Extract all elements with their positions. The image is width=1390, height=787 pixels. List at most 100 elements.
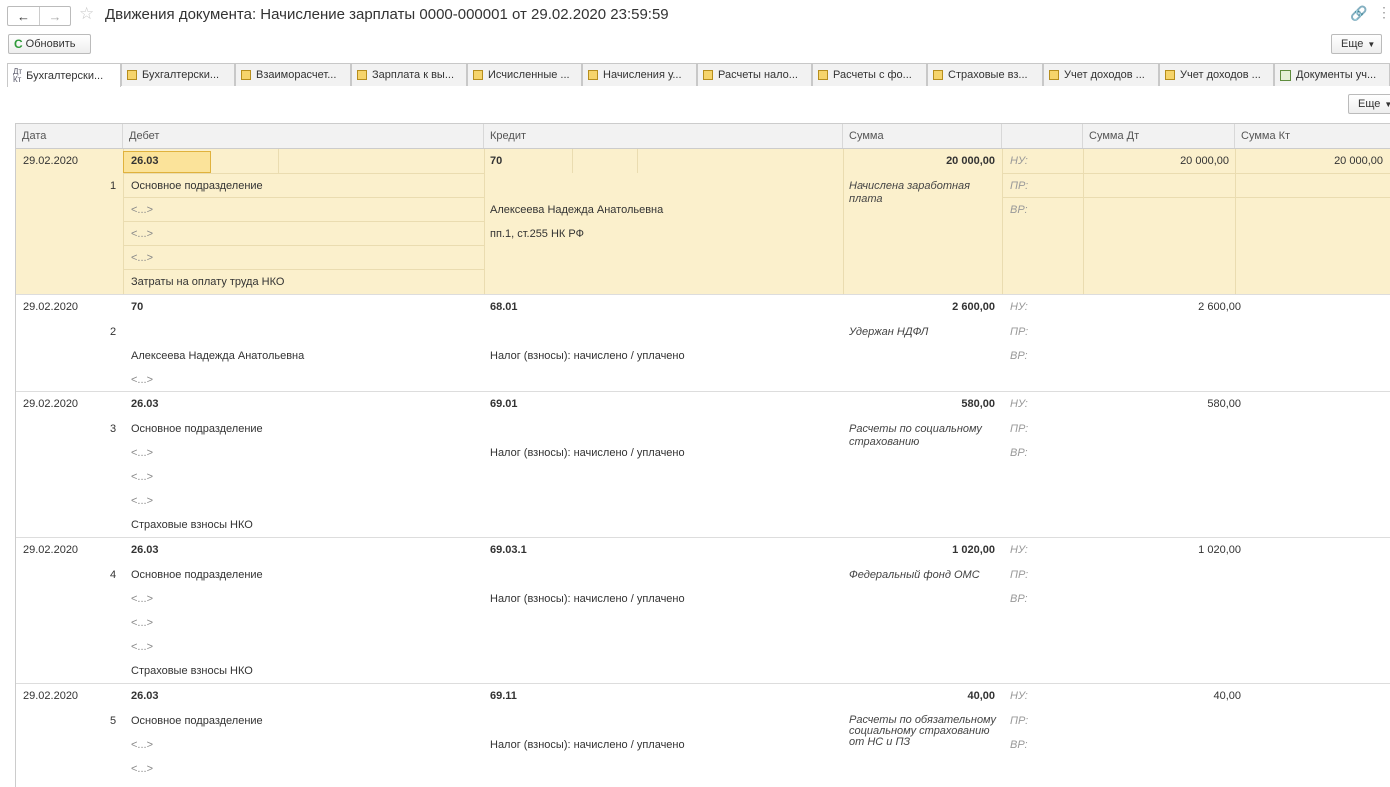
link-icon[interactable]: 🔗 (1350, 5, 1367, 22)
tab-accounting-1[interactable]: Дт Кт Бухгалтерски... (7, 63, 121, 87)
tab-label: Расчеты с фо... (833, 69, 912, 81)
pr-label: ПР: (1010, 715, 1029, 727)
table-row[interactable]: 29.02.2020 4 26.03 Основное подразделени… (16, 538, 1390, 684)
entry-date: 29.02.2020 (23, 155, 79, 167)
debit-account: 26.03 (131, 690, 159, 702)
entry-content: Расчеты по обязательному социальному стр… (849, 714, 996, 748)
accounting-dt-kt-icon: Дт Кт (13, 66, 23, 84)
tab-salary-payable[interactable]: Зарплата к вы... (351, 63, 467, 86)
tab-label: Начисления у... (603, 69, 682, 81)
credit-account: 69.11 (490, 690, 517, 702)
debit-subconto: <...> (131, 739, 154, 751)
column-debit[interactable]: Дебет (123, 124, 484, 148)
entry-number: 4 (110, 569, 117, 581)
column-date[interactable]: Дата (16, 124, 123, 148)
credit-account: 70 (490, 155, 503, 167)
window-title: Движения документа: Начисление зарплаты … (105, 6, 669, 23)
tab-accounting-2[interactable]: Бухгалтерски... (121, 63, 235, 86)
tab-fund-settlements[interactable]: Расчеты с фо... (812, 63, 927, 86)
entry-date: 29.02.2020 (23, 544, 79, 556)
register-icon (1049, 70, 1059, 80)
debit-subconto: <...> (131, 495, 154, 507)
register-icon (127, 70, 137, 80)
debit-subconto: <...> (131, 204, 154, 216)
nu-label: НУ: (1010, 155, 1028, 167)
debit-subconto: Затраты на оплату труда НКО (131, 276, 285, 288)
entry-sum: 1 020,00 (952, 544, 995, 556)
more-vertical-icon[interactable]: ⋮ (1377, 4, 1390, 21)
column-sum-kt[interactable]: Сумма Кт (1235, 124, 1390, 148)
refresh-button[interactable]: C Обновить (8, 34, 91, 54)
entry-date: 29.02.2020 (23, 690, 79, 702)
register-icon (703, 70, 713, 80)
forward-button[interactable]: → (39, 7, 70, 25)
chevron-down-icon: ▼ (1384, 99, 1390, 109)
refresh-label: Обновить (25, 38, 76, 50)
table-row[interactable]: 29.02.2020 5 26.03 Основное подразделени… (16, 684, 1390, 787)
credit-subconto: Налог (взносы): начислено / уплачено (490, 739, 685, 751)
register-icon (241, 70, 251, 80)
vr-label: ВР: (1010, 593, 1028, 605)
favorite-star-icon[interactable]: ☆ (79, 4, 94, 24)
debit-account: 26.03 (131, 398, 159, 410)
tab-label: Учет доходов ... (1180, 69, 1261, 81)
tab-income-2[interactable]: Учет доходов ... (1159, 63, 1274, 86)
column-extra[interactable] (1002, 124, 1083, 148)
entry-number: 5 (110, 715, 117, 727)
column-credit[interactable]: Кредит (484, 124, 843, 148)
tab-settlements[interactable]: Взаиморасчет... (235, 63, 351, 86)
tab-label: Взаиморасчет... (256, 69, 337, 81)
more-label: Еще (1341, 38, 1364, 50)
navigation-buttons: ← → (7, 6, 71, 26)
pr-label: ПР: (1010, 326, 1029, 338)
credit-subconto: Алексеева Надежда Анатольевна (490, 204, 664, 216)
nu-label: НУ: (1010, 301, 1028, 313)
table-more-button[interactable]: Еще ▼ (1348, 94, 1390, 114)
tab-accruals[interactable]: Начисления у... (582, 63, 697, 86)
debit-subconto: Основное подразделение (131, 180, 263, 192)
document-grid-icon (1280, 69, 1291, 81)
debit-subconto: <...> (131, 374, 154, 386)
sum-dt: 580,00 (1207, 398, 1241, 410)
sum-dt: 1 020,00 (1198, 544, 1241, 556)
nu-label: НУ: (1010, 690, 1028, 702)
debit-subconto: <...> (131, 593, 154, 605)
debit-subconto: Страховые взносы НКО (131, 519, 253, 531)
table-row[interactable]: 29.02.2020 1 26.03 Основное подразделени… (16, 149, 1390, 295)
back-button[interactable]: ← (8, 7, 39, 25)
tab-insurance[interactable]: Страховые вз... (927, 63, 1043, 86)
tab-label: Зарплата к вы... (372, 69, 455, 81)
tab-documents[interactable]: Документы уч... (1274, 63, 1390, 86)
window-titlebar: ← → ☆ Движения документа: Начисление зар… (0, 0, 1390, 30)
more-button[interactable]: Еще ▼ (1331, 34, 1382, 54)
tab-label: Бухгалтерски... (26, 69, 104, 82)
register-icon (818, 70, 828, 80)
debit-account: 26.03 (131, 155, 159, 167)
debit-subconto: Основное подразделение (131, 715, 263, 727)
tab-income-1[interactable]: Учет доходов ... (1043, 63, 1159, 86)
vr-label: ВР: (1010, 739, 1028, 751)
tab-tax-settlements[interactable]: Расчеты нало... (697, 63, 812, 86)
entry-number: 1 (110, 180, 117, 192)
debit-subconto: <...> (131, 447, 154, 459)
credit-account: 69.03.1 (490, 544, 527, 556)
tab-label: Учет доходов ... (1064, 69, 1145, 81)
debit-subconto: <...> (131, 617, 154, 629)
column-sum[interactable]: Сумма (843, 124, 1002, 148)
sum-dt: 40,00 (1213, 690, 1241, 702)
pr-label: ПР: (1010, 423, 1029, 435)
entry-date: 29.02.2020 (23, 398, 79, 410)
vr-label: ВР: (1010, 447, 1028, 459)
entry-sum: 580,00 (961, 398, 995, 410)
debit-subconto: <...> (131, 471, 154, 483)
chevron-down-icon: ▼ (1367, 39, 1376, 49)
entry-date: 29.02.2020 (23, 301, 79, 313)
table-row[interactable]: 29.02.2020 2 70 Алексеева Надежда Анатол… (16, 295, 1390, 392)
entry-sum: 2 600,00 (952, 301, 995, 313)
tab-calculated[interactable]: Исчисленные ... (467, 63, 582, 86)
credit-subconto: пп.1, ст.255 НК РФ (490, 228, 584, 240)
column-sum-dt[interactable]: Сумма Дт (1083, 124, 1235, 148)
table-row[interactable]: 29.02.2020 3 26.03 Основное подразделени… (16, 392, 1390, 538)
debit-account: 26.03 (131, 544, 159, 556)
credit-subconto: Налог (взносы): начислено / уплачено (490, 447, 685, 459)
